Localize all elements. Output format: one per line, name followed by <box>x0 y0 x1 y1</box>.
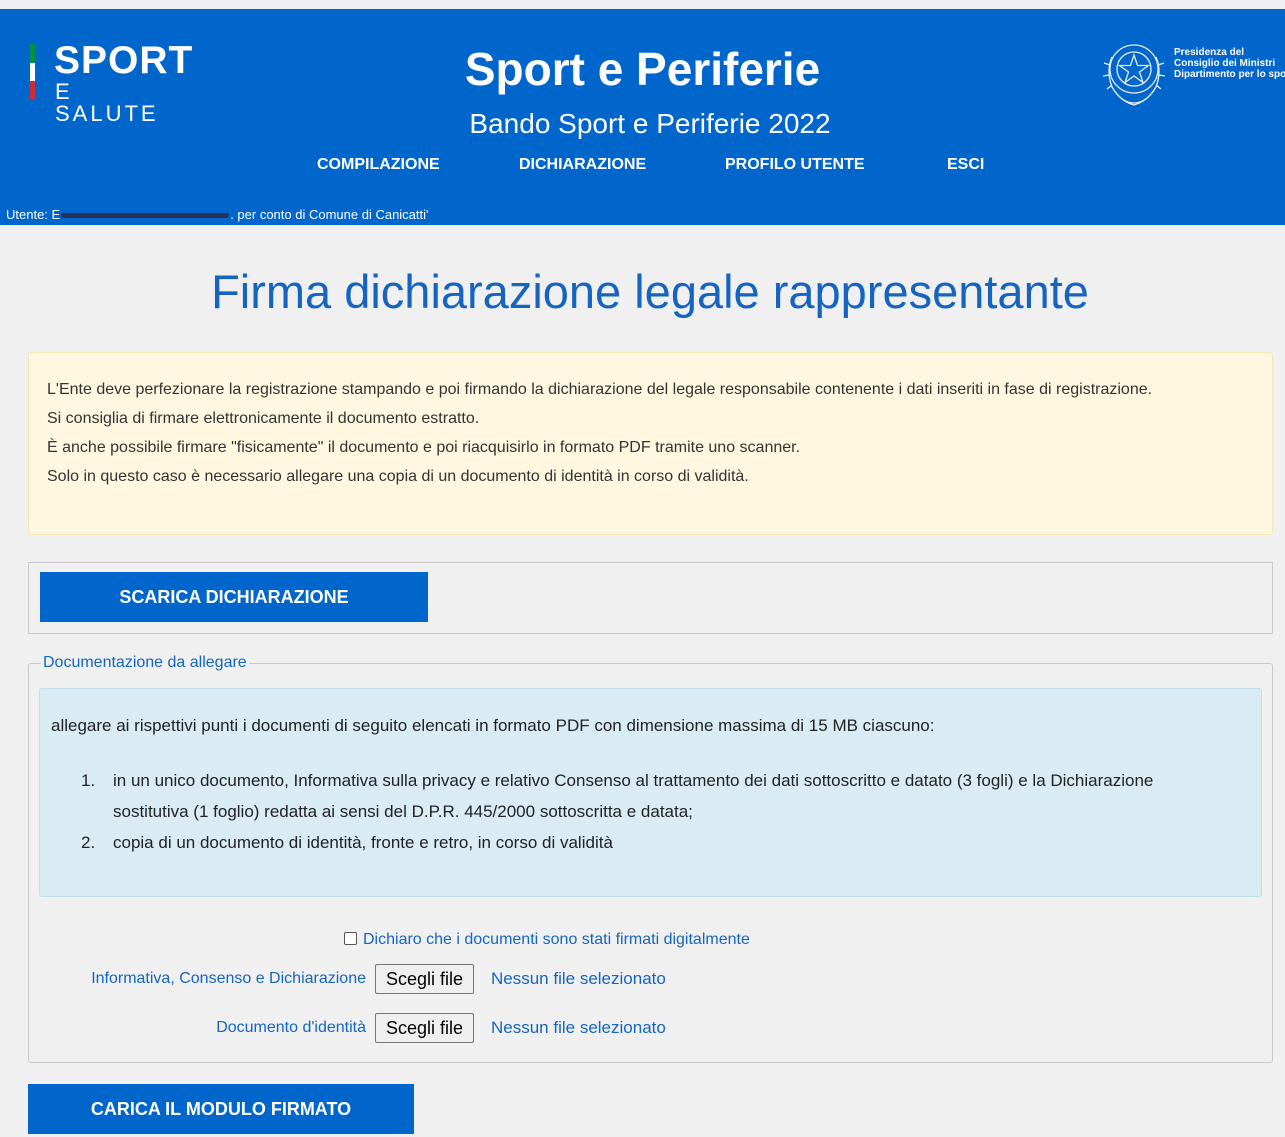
choose-file-button[interactable]: Scegli file <box>375 964 475 994</box>
list-item: 1. in un unico documento, Informativa su… <box>81 771 1154 821</box>
file-status: Nessun file selezionato <box>491 1018 666 1037</box>
main-nav: COMPILAZIONE DICHIARAZIONE PROFILO UTENT… <box>0 154 1285 180</box>
file-row-informativa: Informativa, Consenso e Dichiarazione Sc… <box>29 964 829 994</box>
file-status: Nessun file selezionato <box>491 969 666 988</box>
document-list: 1. in un unico documento, Informativa su… <box>81 765 1211 858</box>
warning-line: L'Ente deve perfezionare la registrazion… <box>47 381 1153 398</box>
checkbox-label: Dichiaro che i documenti sono stati firm… <box>363 931 750 948</box>
site-title: Sport e Periferie <box>464 43 821 95</box>
warning-line: Solo in questo caso è necessario allegar… <box>47 468 749 485</box>
info-intro: allegare ai rispettivi punti i documenti… <box>51 716 935 735</box>
choose-file-button[interactable]: Scegli file <box>375 1013 475 1043</box>
list-item: 2. copia di un documento di identità, fr… <box>81 833 613 852</box>
italian-republic-emblem-icon <box>1102 44 1166 106</box>
nav-compilazione[interactable]: COMPILAZIONE <box>317 154 440 176</box>
nav-esci[interactable]: ESCI <box>947 154 984 176</box>
fieldset-legend: Documentazione da allegare <box>41 651 249 675</box>
file-row-documento: Documento d'identità Scegli file Nessun … <box>29 1013 829 1043</box>
digital-signature-checkbox-row[interactable]: Dichiaro che i documenti sono stati firm… <box>344 930 750 950</box>
file-label: Informativa, Consenso e Dichiarazione <box>91 970 366 987</box>
site-subtitle: Bando Sport e Periferie 2022 <box>469 108 831 139</box>
digital-signature-checkbox[interactable] <box>344 932 357 945</box>
warning-box: L'Ente deve perfezionare la registrazion… <box>28 352 1273 535</box>
attachments-fieldset: Documentazione da allegare allegare ai r… <box>28 651 1273 1063</box>
warning-line: Si consiglia di firmare elettronicamente… <box>47 410 480 427</box>
nav-profilo-utente[interactable]: PROFILO UTENTE <box>725 154 865 176</box>
presidenza-text: Presidenza del Consiglio dei Ministri Di… <box>1174 47 1285 80</box>
user-info: Utente: E. per conto di Comune di Canica… <box>6 207 429 222</box>
scarica-dichiarazione-button[interactable]: SCARICA DICHIARAZIONE <box>40 572 428 622</box>
nav-dichiarazione[interactable]: DICHIARAZIONE <box>519 154 646 176</box>
download-panel: SCARICA DICHIARAZIONE <box>28 562 1273 634</box>
carica-modulo-firmato-button[interactable]: CARICA IL MODULO FIRMATO <box>28 1084 414 1134</box>
header-bar: SPORT E SALUTE Sport e Periferie Bando S… <box>0 9 1285 225</box>
file-label: Documento d'identità <box>216 1019 366 1036</box>
redacted-username <box>61 213 230 219</box>
page-title: Firma dichiarazione legale rappresentant… <box>211 265 1089 318</box>
warning-line: È anche possibile firmare "fisicamente" … <box>47 439 801 456</box>
